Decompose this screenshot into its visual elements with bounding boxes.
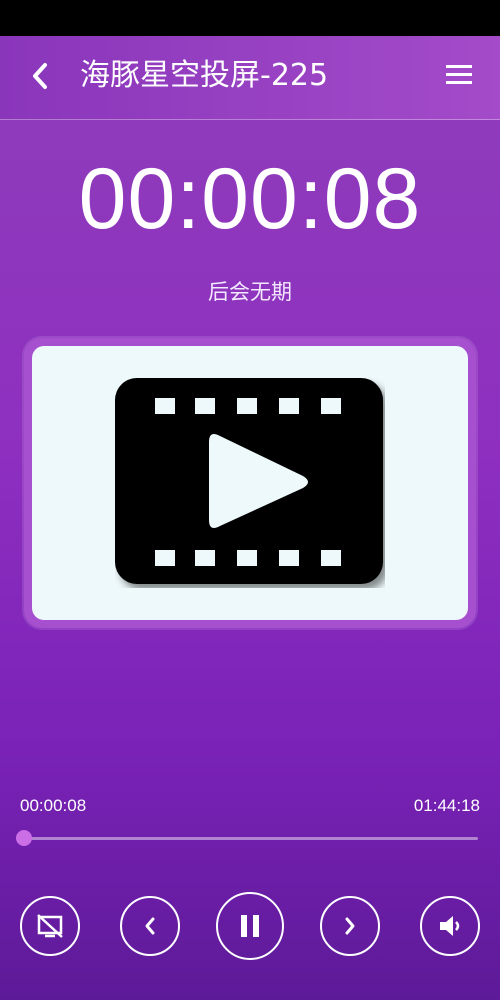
menu-button[interactable] bbox=[444, 62, 476, 88]
screen-cast-off-icon bbox=[37, 914, 63, 938]
track-title: 后会无期 bbox=[208, 280, 292, 304]
chevron-left-icon bbox=[33, 63, 47, 89]
volume-icon bbox=[440, 916, 460, 936]
playback-timer: 00:00:08 bbox=[78, 151, 422, 247]
pause-icon bbox=[241, 915, 259, 937]
page-title: 海豚星空投屏-225 bbox=[80, 58, 329, 93]
back-button[interactable] bbox=[22, 58, 58, 94]
progress-knob[interactable] bbox=[16, 830, 32, 846]
playback-controls bbox=[0, 892, 500, 960]
progress-slider[interactable] bbox=[16, 830, 478, 846]
previous-button[interactable] bbox=[120, 896, 180, 956]
elapsed-time: 00:00:08 bbox=[20, 796, 87, 815]
chevron-right-icon bbox=[345, 917, 355, 935]
status-bar bbox=[0, 0, 500, 36]
pause-button[interactable] bbox=[216, 892, 284, 960]
chevron-left-icon bbox=[145, 917, 155, 935]
volume-button[interactable] bbox=[420, 896, 480, 956]
video-film-play-icon bbox=[115, 378, 383, 584]
screen-cast-off-button[interactable] bbox=[20, 896, 80, 956]
progress-track bbox=[18, 837, 478, 840]
total-duration: 01:44:18 bbox=[413, 796, 480, 815]
cover-art bbox=[32, 346, 468, 620]
top-app-bar: 海豚星空投屏-225 bbox=[0, 36, 500, 120]
hamburger-menu-icon bbox=[446, 65, 472, 84]
next-button[interactable] bbox=[320, 896, 380, 956]
cover-frame bbox=[24, 338, 476, 628]
